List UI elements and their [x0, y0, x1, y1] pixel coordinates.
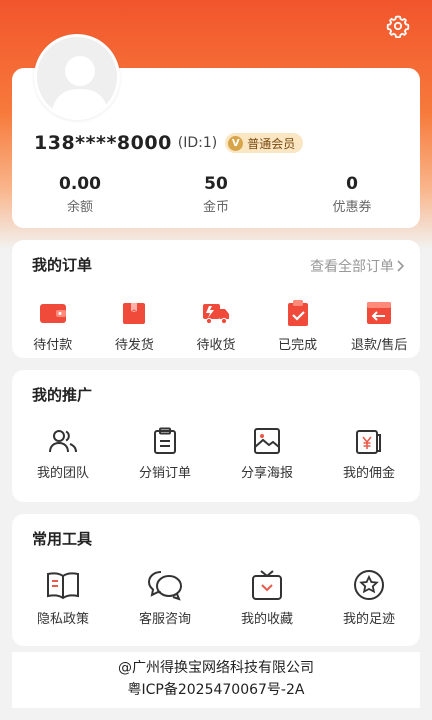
stat-value: 0.00: [59, 174, 101, 194]
tools-grid: 隐私政策 客服咨询 我的收藏 我的足迹: [12, 568, 420, 627]
orders-title: 我的订单: [32, 256, 93, 274]
order-status-label: 待收货: [196, 338, 236, 353]
order-refund-aftersales[interactable]: 退款/售后: [340, 298, 418, 353]
user-info: 138****8000 (ID:1) V 普通会员: [34, 132, 304, 154]
icp-record[interactable]: 粤ICP备2025470067号-2A: [12, 679, 420, 701]
order-status-grid: 待付款 待发货 待收货 已完成 退款/售后: [12, 298, 420, 353]
order-pending-payment[interactable]: 待付款: [14, 298, 92, 353]
tool-item-label: 隐私政策: [36, 612, 89, 627]
chevron-right-icon: [397, 260, 405, 272]
member-level-label: 普通会员: [247, 136, 296, 151]
tools-card: 常用工具 隐私政策 客服咨询 我的收藏 我的足迹: [12, 514, 420, 646]
stat-balance[interactable]: 0.00 余额: [12, 174, 148, 215]
orders-card: 我的订单 查看全部订单 待付款 待发货 待收货 已完成 退款/售后: [12, 240, 420, 358]
team-icon: [49, 430, 77, 453]
my-team-button[interactable]: 我的团队: [24, 426, 102, 481]
tool-item-label: 我的收藏: [240, 612, 293, 627]
privacy-policy-button[interactable]: 隐私政策: [24, 568, 102, 627]
settings-button[interactable]: [384, 12, 412, 40]
avatar[interactable]: [34, 34, 120, 120]
promotion-card: 我的推广 我的团队 分销订单 分享海报 我的佣金: [12, 370, 420, 502]
member-level-badge[interactable]: V 普通会员: [225, 133, 304, 153]
refund-icon: [367, 302, 392, 324]
wallet-icon: [39, 304, 66, 323]
order-list-icon: [154, 427, 176, 454]
stat-value: 0: [346, 174, 358, 194]
view-all-orders-link[interactable]: 查看全部订单: [310, 256, 406, 276]
favorites-icon: [252, 570, 282, 600]
my-favorites-button[interactable]: 我的收藏: [228, 568, 306, 627]
gear-icon: [386, 15, 410, 38]
order-pending-receipt[interactable]: 待收货: [177, 298, 255, 353]
company-name: @广州得换宝网络科技有限公司: [118, 660, 314, 676]
stat-value: 50: [204, 174, 228, 194]
clipboard-check-icon: [287, 300, 308, 326]
customer-service-button[interactable]: 客服咨询: [126, 568, 204, 627]
promotion-grid: 我的团队 分销订单 分享海报 我的佣金: [12, 426, 420, 481]
view-all-label: 查看全部订单: [310, 259, 394, 275]
order-status-label: 待发货: [114, 338, 154, 353]
book-icon: [47, 572, 79, 600]
promotion-item-label: 我的佣金: [342, 466, 395, 481]
footprint-star-icon: [354, 570, 384, 600]
promotion-title: 我的推广: [32, 386, 93, 404]
order-pending-shipment[interactable]: 待发货: [95, 298, 173, 353]
user-id: (ID:1): [177, 135, 218, 151]
share-poster-button[interactable]: 分享海报: [228, 426, 306, 481]
package-icon: [123, 303, 146, 324]
my-footprints-button[interactable]: 我的足迹: [330, 568, 408, 627]
order-completed[interactable]: 已完成: [259, 298, 337, 353]
order-status-label: 已完成: [278, 338, 318, 353]
commission-icon: [356, 430, 381, 454]
distribution-orders-button[interactable]: 分销订单: [126, 426, 204, 481]
truck-icon: [202, 304, 229, 325]
footer: @广州得换宝网络科技有限公司 粤ICP备2025470067号-2A: [12, 652, 420, 708]
my-commission-button[interactable]: 我的佣金: [330, 426, 408, 481]
tool-item-label: 客服咨询: [138, 612, 191, 627]
stat-coins[interactable]: 50 金币: [148, 174, 284, 215]
chat-icon: [147, 571, 182, 601]
account-stats: 0.00 余额 50 金币 0 优惠券: [12, 174, 420, 215]
user-phone: 138****8000: [34, 132, 172, 154]
promotion-item-label: 分销订单: [138, 466, 191, 481]
poster-icon: [254, 428, 280, 454]
order-status-label: 退款/售后: [350, 338, 408, 353]
promotion-item-label: 我的团队: [36, 466, 89, 481]
promotion-item-label: 分享海报: [240, 466, 293, 481]
tools-title: 常用工具: [32, 530, 93, 548]
stat-label: 优惠券: [332, 200, 372, 215]
order-status-label: 待付款: [33, 338, 73, 353]
stat-label: 余额: [66, 200, 93, 215]
tool-item-label: 我的足迹: [342, 612, 395, 627]
stat-coupons[interactable]: 0 优惠券: [284, 174, 420, 215]
stat-label: 金币: [202, 200, 229, 215]
vip-icon: V: [228, 135, 244, 151]
